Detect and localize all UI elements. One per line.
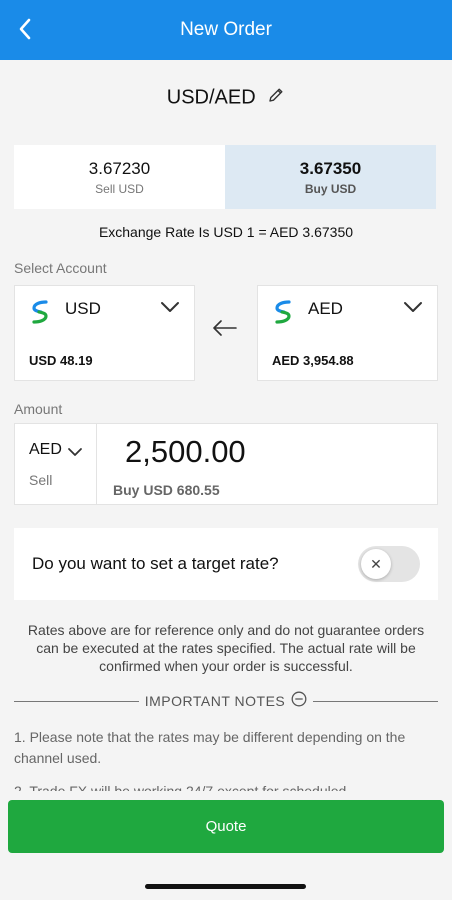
- buy-rate-value: 3.67350: [299, 158, 362, 178]
- exchange-rate-text: Exchange Rate Is USD 1 = AED 3.67350: [98, 224, 354, 240]
- amount-currency-selector[interactable]: AED Sell: [15, 424, 97, 504]
- rates-disclaimer: Rates above are for reference only and d…: [27, 622, 425, 674]
- app-header: New Order: [0, 0, 452, 60]
- note-item: 1. Please note that the rates may be dif…: [14, 729, 406, 766]
- edit-pencil-icon[interactable]: [267, 86, 285, 110]
- minus-circle-icon[interactable]: [291, 691, 307, 712]
- back-button[interactable]: [10, 14, 40, 44]
- buy-rate-label: Buy USD: [304, 181, 357, 196]
- amount-panel: AED Sell Buy USD 680.55: [14, 423, 438, 505]
- divider: [14, 700, 139, 702]
- chevron-down-icon: [67, 444, 83, 462]
- sell-rate-value: 3.67230: [88, 158, 151, 178]
- note-item: 2. Trade FX will be working 24/7 except …: [14, 783, 347, 791]
- chevron-down-icon: [160, 300, 180, 318]
- amount-label: Amount: [14, 401, 63, 417]
- important-notes-list: 1. Please note that the rates may be dif…: [14, 727, 438, 791]
- from-account-balance: USD 48.19: [29, 353, 93, 368]
- chevron-down-icon: [403, 300, 423, 318]
- buy-equivalent-text: Buy USD 680.55: [113, 482, 220, 498]
- important-notes-title: IMPORTANT NOTES: [144, 693, 286, 709]
- to-account-currency: AED: [308, 299, 343, 318]
- to-account-balance: AED 3,954.88: [272, 353, 354, 368]
- buy-rate-option[interactable]: 3.67350 Buy USD: [225, 145, 436, 209]
- arrow-left-icon: [212, 320, 238, 341]
- amount-side-label: Sell: [29, 472, 53, 488]
- home-indicator: [145, 884, 306, 889]
- bank-logo-icon: [274, 298, 292, 331]
- currency-pair-label: USD/AED: [166, 86, 256, 109]
- close-icon: ✕: [370, 555, 382, 572]
- amount-entry-area: Buy USD 680.55: [97, 424, 437, 504]
- toggle-knob: ✕: [361, 549, 391, 579]
- amount-currency: AED: [29, 441, 62, 458]
- target-rate-row: Do you want to set a target rate? ✕: [14, 528, 438, 600]
- important-notes-header: IMPORTANT NOTES: [14, 690, 439, 712]
- amount-input[interactable]: [125, 434, 425, 470]
- back-chevron-icon: [19, 18, 31, 40]
- quote-button[interactable]: Quote: [8, 800, 444, 853]
- from-account-card[interactable]: USD USD 48.19: [14, 285, 195, 381]
- target-rate-question: Do you want to set a target rate?: [32, 554, 279, 573]
- currency-pair: USD/AED: [0, 86, 452, 110]
- to-account-card[interactable]: AED AED 3,954.88: [257, 285, 438, 381]
- rate-selector: 3.67230 Sell USD 3.67350 Buy USD: [14, 145, 436, 209]
- target-rate-toggle[interactable]: ✕: [358, 546, 420, 582]
- sell-rate-label: Sell USD: [95, 181, 144, 196]
- select-account-label: Select Account: [14, 260, 107, 276]
- page-title: New Order: [180, 19, 272, 40]
- from-account-currency: USD: [65, 299, 101, 318]
- divider: [313, 700, 439, 702]
- bank-logo-icon: [31, 298, 49, 331]
- sell-rate-option[interactable]: 3.67230 Sell USD: [14, 145, 225, 209]
